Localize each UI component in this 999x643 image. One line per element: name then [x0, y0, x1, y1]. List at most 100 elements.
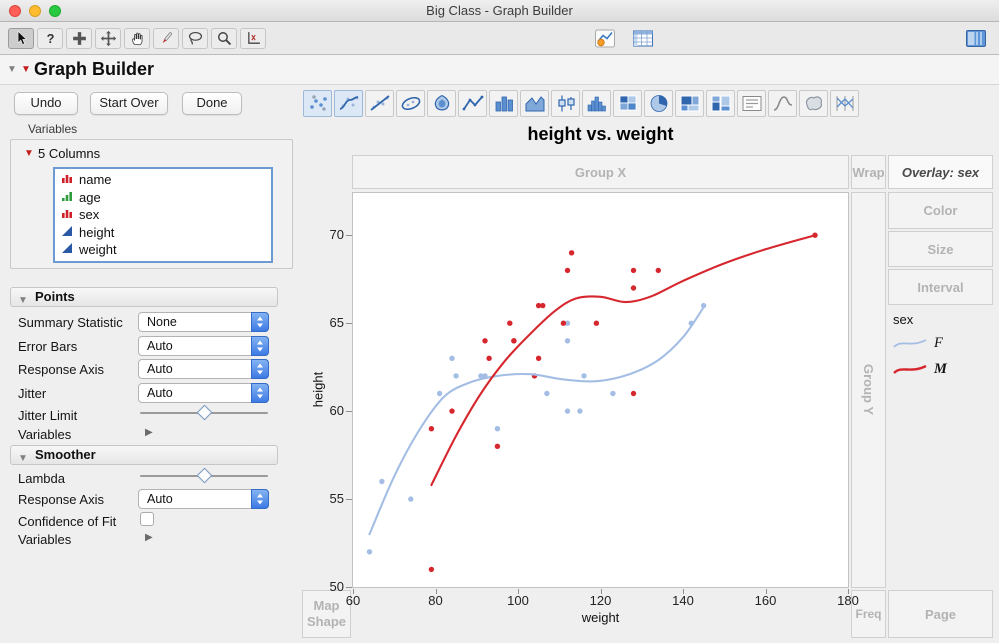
data-point-F[interactable]: [564, 338, 571, 344]
arrow-tool[interactable]: [8, 28, 34, 49]
smoother-disclosure-icon[interactable]: ▼: [18, 450, 28, 468]
done-button[interactable]: Done: [182, 92, 242, 115]
data-point-F[interactable]: [379, 478, 385, 485]
grabber-tool[interactable]: [124, 28, 150, 49]
data-point-M[interactable]: [593, 320, 600, 326]
data-point-M[interactable]: [568, 250, 575, 256]
drop-zone-group-x[interactable]: Group X: [352, 155, 849, 189]
smoother-section-header[interactable]: ▼ Smoother: [10, 445, 278, 465]
column-item-age[interactable]: age: [55, 189, 271, 207]
data-point-M[interactable]: [564, 267, 571, 274]
drop-zone-group-y[interactable]: Group Y: [851, 192, 886, 588]
data-point-M[interactable]: [494, 443, 501, 449]
graph-builder-icon[interactable]: [592, 26, 618, 50]
data-point-M[interactable]: [630, 390, 637, 397]
data-point-F[interactable]: [544, 390, 550, 397]
jitter-limit-slider[interactable]: [140, 404, 268, 421]
data-point-M[interactable]: [428, 426, 435, 432]
close-button[interactable]: [9, 5, 21, 17]
palette-points-button[interactable]: [303, 90, 332, 117]
data-table-icon[interactable]: [630, 26, 656, 50]
data-point-F[interactable]: [494, 426, 501, 432]
data-point-M[interactable]: [428, 566, 435, 573]
outline-disclosure-icon[interactable]: ▼: [7, 64, 17, 75]
data-point-M[interactable]: [486, 355, 492, 361]
points-response-axis-popup[interactable]: Auto: [138, 359, 269, 379]
data-point-F[interactable]: [564, 408, 571, 414]
plot-area[interactable]: [352, 192, 849, 588]
slider-thumb[interactable]: [196, 404, 212, 421]
zoom-button[interactable]: [49, 5, 61, 17]
points-section-header[interactable]: ▼ Points: [10, 287, 278, 307]
drop-zone-interval[interactable]: Interval: [888, 269, 993, 305]
data-point-M[interactable]: [655, 267, 661, 274]
smoother-variables-expand-icon[interactable]: ▶: [145, 532, 153, 543]
drop-zone-size[interactable]: Size: [888, 231, 993, 267]
palette-histogram-button[interactable]: [582, 90, 611, 117]
palette-smoother-button[interactable]: [334, 90, 363, 117]
palette-parallel-plot-button[interactable]: [830, 90, 859, 117]
axis-tool[interactable]: [240, 28, 266, 49]
data-point-M[interactable]: [560, 320, 567, 326]
columns-menu-icon[interactable]: ▼: [24, 148, 34, 159]
drop-zone-page[interactable]: Page: [888, 590, 993, 638]
data-point-M[interactable]: [449, 408, 455, 414]
smoother-response-axis-popup[interactable]: Auto: [138, 489, 269, 509]
help-tool[interactable]: ?: [37, 28, 63, 49]
palette-caption-box-button[interactable]: [737, 90, 766, 117]
data-point-F[interactable]: [581, 373, 587, 379]
panel-toggle-icon[interactable]: [963, 26, 989, 50]
points-disclosure-icon[interactable]: ▼: [18, 292, 28, 310]
lambda-slider[interactable]: [140, 467, 268, 484]
confidence-checkbox[interactable]: [140, 512, 154, 526]
start-over-button[interactable]: Start Over: [90, 92, 168, 115]
data-point-F[interactable]: [408, 496, 414, 502]
column-item-weight[interactable]: weight: [55, 241, 271, 259]
column-item-height[interactable]: height: [55, 224, 271, 242]
column-item-sex[interactable]: sex: [55, 206, 271, 224]
magnifier-tool[interactable]: [211, 28, 237, 49]
data-point-F[interactable]: [577, 408, 583, 414]
brush-tool[interactable]: [153, 28, 179, 49]
palette-pie-button[interactable]: [644, 90, 673, 117]
data-point-F[interactable]: [449, 355, 455, 361]
slider-thumb[interactable]: [196, 467, 212, 484]
drop-zone-color[interactable]: Color: [888, 192, 993, 229]
selection-tool[interactable]: [66, 28, 92, 49]
data-point-F[interactable]: [366, 549, 373, 555]
palette-heatmap-button[interactable]: [613, 90, 642, 117]
palette-formula-button[interactable]: [768, 90, 797, 117]
palette-line-of-fit-button[interactable]: [365, 90, 394, 117]
palette-line-button[interactable]: [458, 90, 487, 117]
data-point-F[interactable]: [436, 390, 443, 397]
data-point-M[interactable]: [507, 320, 513, 326]
data-point-F[interactable]: [610, 390, 616, 397]
data-point-M[interactable]: [511, 338, 517, 344]
minimize-button[interactable]: [29, 5, 41, 17]
column-item-name[interactable]: name: [55, 171, 271, 189]
palette-map-shapes-button[interactable]: [799, 90, 828, 117]
legend-item-M[interactable]: M: [893, 356, 947, 382]
data-point-M[interactable]: [630, 285, 637, 291]
move-tool[interactable]: [95, 28, 121, 49]
graph-title[interactable]: height vs. weight: [352, 124, 849, 145]
drop-zone-overlay[interactable]: Overlay: sex: [888, 155, 993, 189]
y-axis-label[interactable]: height: [311, 330, 326, 450]
points-variables-expand-icon[interactable]: ▶: [145, 427, 153, 438]
palette-ellipse-button[interactable]: [396, 90, 425, 117]
data-point-M[interactable]: [630, 267, 637, 274]
error-bars-popup[interactable]: Auto: [138, 336, 269, 356]
palette-box-plot-button[interactable]: [551, 90, 580, 117]
undo-button[interactable]: Undo: [14, 92, 78, 115]
data-point-M[interactable]: [482, 338, 488, 344]
palette-bar-button[interactable]: [489, 90, 518, 117]
palette-area-button[interactable]: [520, 90, 549, 117]
x-axis-label[interactable]: weight: [352, 610, 849, 625]
data-point-F[interactable]: [453, 373, 459, 379]
data-point-M[interactable]: [535, 355, 542, 361]
palette-treemap-button[interactable]: [675, 90, 704, 117]
data-point-M[interactable]: [540, 302, 546, 309]
legend-item-F[interactable]: F: [893, 330, 947, 356]
plot-canvas[interactable]: [353, 193, 848, 587]
palette-mosaic-button[interactable]: [706, 90, 735, 117]
